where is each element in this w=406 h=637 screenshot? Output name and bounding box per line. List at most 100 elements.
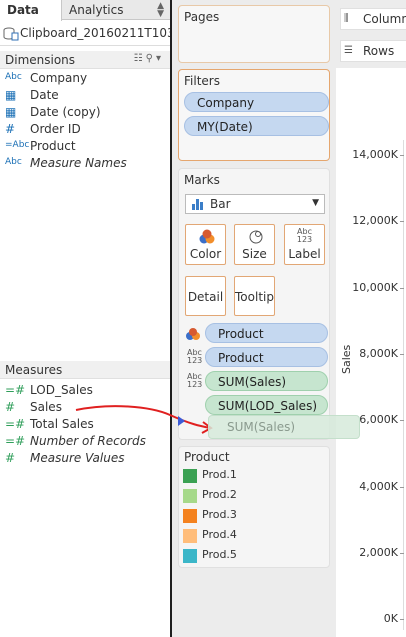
field-name: LOD_Sales [30, 383, 93, 397]
calculated-string-icon: =Abc [5, 140, 30, 150]
view-list-icon[interactable]: ☷ [134, 53, 146, 64]
filters-title: Filters [184, 74, 220, 88]
label-button[interactable]: Abc 123 Label [284, 224, 325, 265]
legend-item[interactable]: Prod.1 [183, 467, 323, 485]
y-axis-tick-label: 4,000K [359, 479, 398, 493]
y-axis-tick-label: 6,000K [359, 413, 398, 427]
detail-button[interactable]: Detail [185, 276, 226, 316]
legend-item[interactable]: Prod.2 [183, 487, 323, 505]
field-name: Measure Values [30, 451, 125, 465]
drop-target-marker-icon [178, 416, 185, 426]
datasource-item[interactable]: Clipboard_20160211T103... [0, 22, 170, 46]
size-label: Size [242, 247, 267, 261]
dimension-field-order-id[interactable]: # Order ID [0, 122, 170, 139]
marks-title: Marks [184, 173, 220, 187]
search-icon[interactable]: ⚲ [146, 53, 156, 64]
legend-swatch [183, 489, 197, 503]
detail-label: Detail [187, 290, 224, 304]
tooltip-button[interactable]: Tooltip [234, 276, 275, 316]
color-button[interactable]: Color [185, 224, 226, 265]
dragging-pill-sum-sales[interactable]: SUM(Sales) [208, 415, 360, 439]
tab-analytics-label: Analytics [69, 3, 124, 17]
size-button[interactable]: Size [234, 224, 275, 265]
dimension-field-company[interactable]: Abc Company [0, 71, 170, 88]
dimension-field-date[interactable]: ▦ Date [0, 88, 170, 105]
y-axis-tick-mark [400, 619, 404, 621]
number-type-icon: # [5, 400, 16, 414]
marks-pill-sum-lod-sales[interactable]: SUM(LOD_Sales) [205, 395, 328, 415]
legend-item[interactable]: Prod.4 [183, 527, 323, 545]
view-pane: ⫼ Columns ☰ Rows Sales 14,000K 12,000K 10,… [336, 0, 406, 637]
field-name: Total Sales [30, 417, 94, 431]
y-axis-tick-label: 12,000K [352, 214, 398, 228]
y-axis-tick-mark [400, 552, 404, 554]
color-label: Color [189, 247, 222, 261]
measures-title: Measures [5, 363, 63, 377]
measures-header: Measures [0, 361, 170, 379]
field-name: Product [30, 139, 76, 153]
label-encoding-icon: Abc 123 [187, 348, 203, 365]
color-icon [199, 229, 215, 244]
tab-data[interactable]: Data [0, 0, 62, 21]
marks-pill-product-color[interactable]: Product [205, 323, 328, 343]
filters-shelf[interactable]: Filters Company MY(Date) [178, 69, 330, 161]
text-label-icon: Abc 123 [296, 227, 313, 244]
pane-tabs: Data Analytics ▲ ▼ [0, 0, 170, 21]
rows-shelf[interactable]: ☰ Rows [340, 40, 406, 62]
axis-line [403, 140, 404, 630]
calendar-link-icon: ▦ [5, 105, 17, 119]
filter-pill-mydate[interactable]: MY(Date) [184, 116, 329, 136]
calendar-icon: ▦ [5, 88, 17, 102]
dimension-field-date-copy[interactable]: ▦ Date (copy) [0, 105, 170, 122]
columns-icon: ⫼ [344, 13, 349, 24]
datasource-name: Clipboard_20160211T103... [20, 26, 170, 40]
marks-card: Marks Bar ▼ Color Size Abc 123 Label Det… [178, 168, 330, 440]
field-name: Company [30, 71, 88, 85]
color-encoding-icon [186, 328, 200, 340]
pages-title: Pages [184, 10, 220, 24]
dimensions-title: Dimensions [5, 53, 76, 67]
number-type-icon: # [5, 122, 16, 136]
y-axis-tick-mark [400, 420, 404, 422]
y-axis-tick-label: 0K [383, 612, 398, 626]
y-axis-tick-mark [400, 353, 404, 355]
legend-swatch [183, 469, 197, 483]
datasource-icon [3, 27, 19, 41]
measure-field-lod-sales[interactable]: =# LOD_Sales [0, 383, 170, 400]
columns-shelf[interactable]: ⫼ Columns [340, 8, 406, 30]
marks-pill-product-label[interactable]: Product [205, 347, 328, 367]
y-axis-tick-mark [400, 486, 404, 488]
mark-type-dropdown[interactable]: Bar ▼ [185, 194, 325, 214]
product-color-legend: Product Prod.1 Prod.2 Prod.3 Prod.4 Prod… [178, 446, 330, 568]
legend-label: Prod.4 [202, 528, 237, 541]
tab-analytics[interactable]: Analytics ▲ ▼ [63, 0, 170, 20]
filter-pill-company[interactable]: Company [184, 92, 329, 112]
dimensions-tools: ☷⚲▾ [134, 53, 164, 64]
string-type-icon: Abc [5, 157, 22, 167]
field-name: Date (copy) [30, 105, 101, 119]
measure-field-measure-values[interactable]: # Measure Values [0, 451, 170, 468]
legend-title: Product [184, 450, 230, 464]
y-axis-tick-label: 8,000K [359, 346, 398, 360]
dimension-field-measure-names[interactable]: Abc Measure Names [0, 156, 170, 173]
legend-item[interactable]: Prod.3 [183, 507, 323, 525]
y-axis-tick-label: 10,000K [352, 280, 398, 294]
legend-label: Prod.2 [202, 488, 237, 501]
calculated-number-icon: =# [5, 417, 26, 431]
pages-shelf[interactable]: Pages [178, 5, 330, 63]
dropdown-icon[interactable]: ▾ [156, 53, 164, 64]
chevron-down-icon: ▼ [312, 198, 319, 208]
legend-item[interactable]: Prod.5 [183, 547, 323, 565]
measure-field-number-of-records[interactable]: =# Number of Records [0, 434, 170, 451]
dimension-field-product[interactable]: =Abc Product [0, 139, 170, 156]
tab-menu-icon[interactable]: ▲ ▼ [157, 2, 164, 19]
legend-label: Prod.5 [202, 548, 237, 561]
tooltip-label: Tooltip [235, 290, 274, 304]
y-axis-tick-label: 14,000K [352, 148, 398, 161]
measure-field-sales[interactable]: # Sales [0, 400, 170, 417]
marks-pill-sum-sales[interactable]: SUM(Sales) [205, 371, 328, 391]
measure-field-total-sales[interactable]: =# Total Sales [0, 417, 170, 434]
label-label: Label [288, 247, 321, 261]
field-name: Order ID [30, 122, 81, 136]
field-name: Sales [30, 400, 62, 414]
